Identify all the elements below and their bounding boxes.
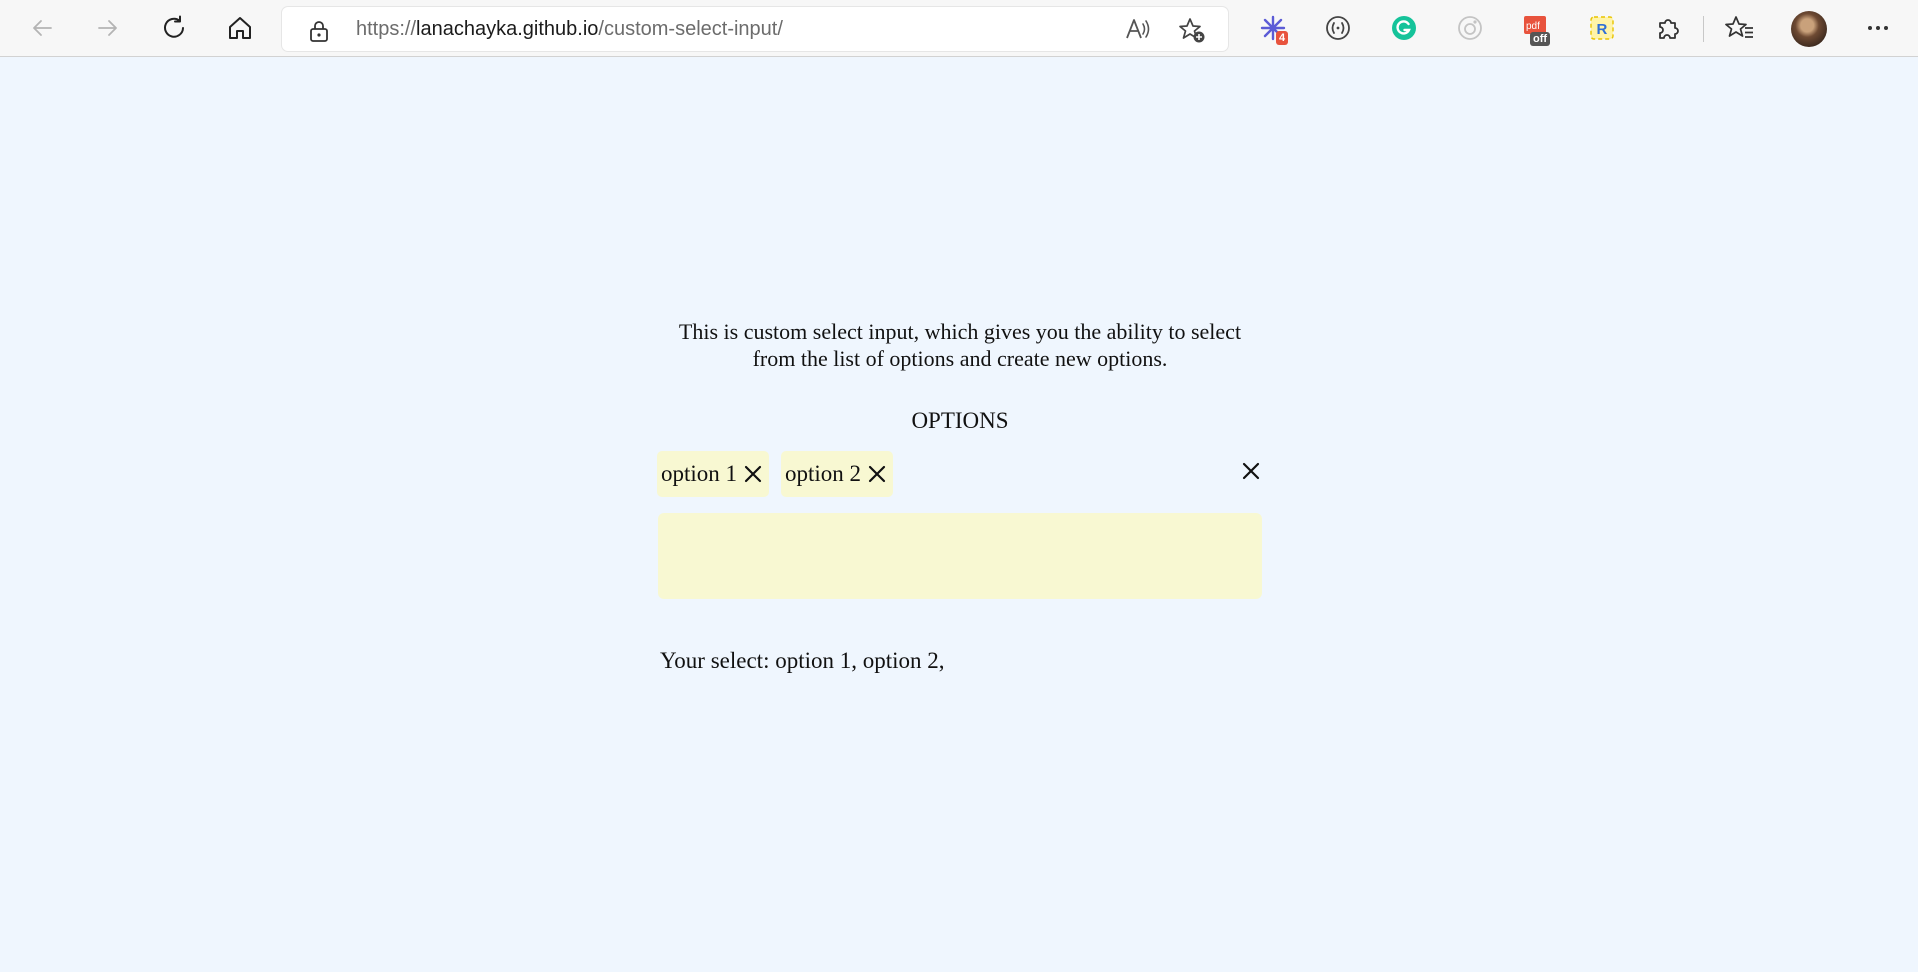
url-text[interactable]: https://lanachayka.github.io/custom-sele… — [356, 18, 783, 41]
more-menu-button[interactable] — [1862, 12, 1894, 44]
selected-option-chip: option 2 — [781, 451, 894, 497]
browser-toolbar: https://lanachayka.github.io/custom-sele… — [0, 0, 1918, 57]
intro-text: This is custom select input, which gives… — [678, 319, 1242, 371]
refresh-icon — [164, 15, 184, 38]
puzzle-extensions-icon[interactable] — [1652, 12, 1684, 44]
favorites-button[interactable] — [1724, 12, 1756, 44]
forward-button[interactable] — [88, 8, 128, 48]
selected-options-list: option 1 option 2 — [657, 451, 894, 497]
extension-badge: off — [1530, 32, 1551, 46]
remove-option-button[interactable] — [743, 464, 763, 484]
profile-avatar[interactable] — [1791, 11, 1827, 47]
clear-all-button[interactable] — [1238, 458, 1264, 484]
r-extension-icon[interactable]: R — [1586, 12, 1618, 44]
back-button[interactable] — [22, 8, 62, 48]
favorites-icon — [1725, 16, 1753, 38]
options-heading: OPTIONS — [911, 408, 1009, 433]
close-icon — [868, 465, 886, 483]
home-button[interactable] — [220, 8, 260, 48]
address-bar[interactable]: https://lanachayka.github.io/custom-sele… — [282, 7, 1228, 51]
svg-text:R: R — [1597, 21, 1608, 38]
option-input[interactable] — [658, 513, 1262, 599]
chip-label: option 1 — [661, 461, 738, 486]
home-icon — [229, 17, 251, 39]
remove-option-button[interactable] — [867, 464, 887, 484]
selection-result: Your select: option 1, option 2, — [660, 648, 945, 673]
selected-option-chip: option 1 — [657, 451, 770, 497]
code-braces-extension-icon[interactable] — [1322, 12, 1354, 44]
arrow-left-icon — [33, 20, 52, 36]
more-dots-icon — [1868, 26, 1888, 30]
close-icon — [744, 465, 762, 483]
close-icon — [1242, 462, 1260, 480]
camera-extension-icon[interactable] — [1454, 12, 1486, 44]
extension-badge: 4 — [1276, 31, 1289, 45]
url-scheme: https:// — [356, 18, 417, 40]
lock-icon[interactable] — [308, 19, 330, 43]
refresh-button[interactable] — [154, 8, 194, 48]
url-path: /custom-select-input/ — [598, 18, 783, 40]
read-aloud-icon[interactable] — [1124, 16, 1152, 42]
chip-label: option 2 — [785, 461, 862, 486]
url-host: lanachayka.github.io — [416, 18, 599, 40]
arrow-right-icon — [98, 20, 117, 36]
snowflake-extension-icon[interactable]: 4 — [1257, 12, 1289, 45]
toolbar-divider — [1703, 16, 1704, 42]
svg-text:pdf: pdf — [1526, 21, 1540, 32]
add-favorite-icon[interactable] — [1177, 16, 1207, 44]
pdf-extension-icon[interactable]: pdf off — [1520, 12, 1552, 46]
grammarly-extension-icon[interactable] — [1388, 12, 1420, 44]
